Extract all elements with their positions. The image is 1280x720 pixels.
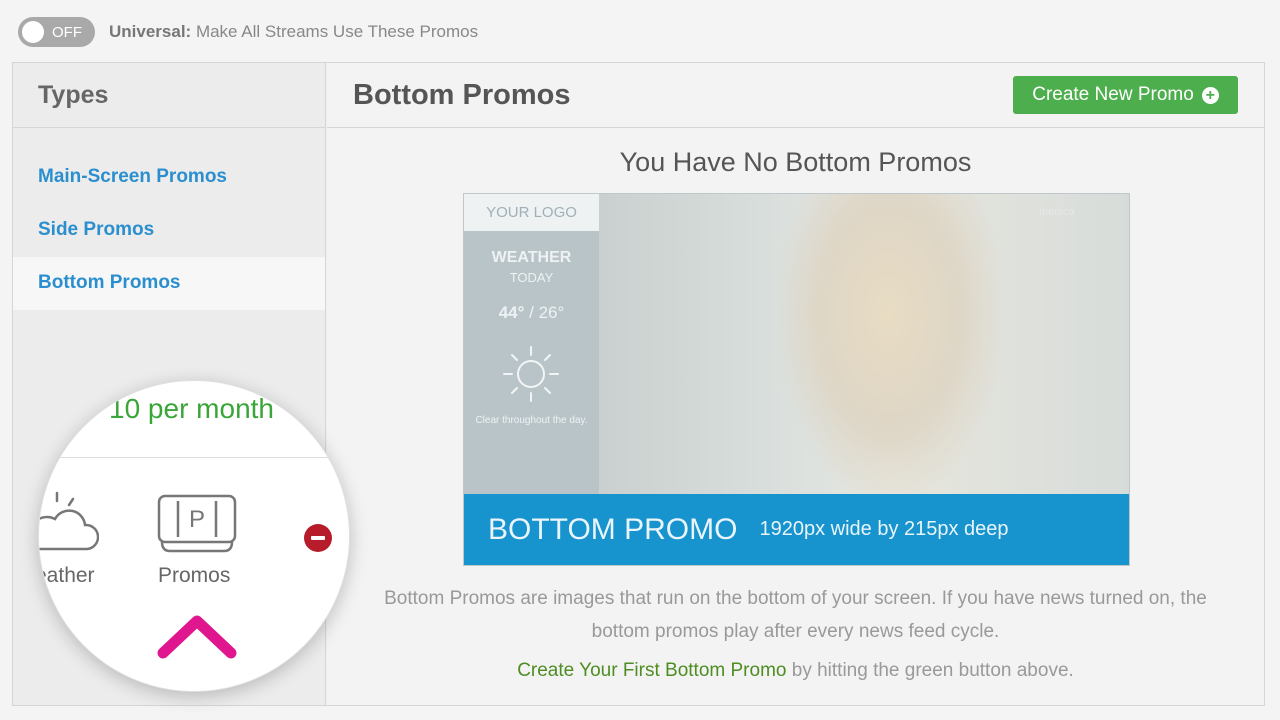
universal-label-bold: Universal:: [109, 22, 192, 41]
bottom-promos-description: Bottom Promos are images that run on the…: [384, 588, 1207, 642]
temp-low: / 26°: [529, 303, 565, 322]
toggle-knob: [22, 21, 44, 43]
weather-forecast: Clear throughout the day.: [475, 415, 588, 426]
sidebar-item-side-promos[interactable]: Side Promos: [13, 204, 325, 257]
sidebar-title: Types: [13, 63, 325, 128]
promo-bar-title: BOTTOM PROMO: [488, 512, 738, 546]
universal-label: Universal: Make All Streams Use These Pr…: [109, 22, 478, 42]
create-new-promo-button[interactable]: Create New Promo +: [1013, 76, 1238, 114]
bottom-promo-preview-image: medica YOUR LOGO WEATHER TODAY 44° / 26°: [463, 193, 1130, 566]
main-content: Bottom Promos Create New Promo + You Hav…: [327, 63, 1264, 705]
magnifier-callout: 10 per month eather P Promos: [38, 380, 350, 692]
cta-rest: by hitting the green button above.: [791, 660, 1074, 681]
universal-row: OFF Universal: Make All Streams Use Thes…: [18, 17, 478, 47]
universal-label-text: Make All Streams Use These Promos: [195, 22, 479, 41]
sidebar-item-main-screen-promos[interactable]: Main-Screen Promos: [13, 151, 325, 204]
anatomy-illustration: [779, 194, 999, 494]
universal-toggle[interactable]: OFF: [18, 17, 95, 47]
bottom-promo-bar: BOTTOM PROMO 1920px wide by 215px deep: [464, 494, 1129, 565]
logo-placeholder: YOUR LOGO: [464, 194, 599, 231]
cta-text: Create Your First Bottom Promo by hittin…: [327, 660, 1264, 682]
weather-temps: 44° / 26°: [464, 303, 599, 323]
magnified-promos-label: Promos: [158, 564, 231, 587]
sidebar-item-bottom-promos[interactable]: Bottom Promos: [13, 257, 325, 310]
promo-bar-dimensions: 1920px wide by 215px deep: [759, 518, 1009, 540]
magnified-weather-label: eather: [38, 564, 95, 587]
weather-title: WEATHER: [491, 249, 572, 266]
promo-icon-letter: P: [189, 506, 205, 533]
page-title: Bottom Promos: [353, 79, 571, 111]
toggle-state-text: OFF: [52, 24, 82, 41]
magnifier-divider: [39, 457, 349, 458]
plus-circle-icon: +: [1201, 86, 1219, 104]
sun-icon: [503, 346, 559, 402]
create-button-label: Create New Promo: [1032, 84, 1194, 105]
promos-app-icon[interactable]: P: [156, 493, 238, 555]
weather-column: YOUR LOGO WEATHER TODAY 44° / 26° Clear …: [464, 194, 599, 494]
remove-minus-icon[interactable]: [304, 524, 332, 552]
magnified-price: 10 per month: [109, 393, 274, 424]
weather-cloud-icon: [39, 491, 99, 551]
temp-high: 44°: [498, 303, 525, 322]
weather-day: TODAY: [509, 270, 554, 285]
create-first-promo-link[interactable]: Create Your First Bottom Promo: [517, 660, 786, 681]
chevron-up-icon: [157, 615, 237, 659]
preview-watermark: medica: [1039, 206, 1075, 218]
main-header: Bottom Promos Create New Promo +: [327, 63, 1264, 128]
empty-state-title: You Have No Bottom Promos: [619, 147, 972, 177]
